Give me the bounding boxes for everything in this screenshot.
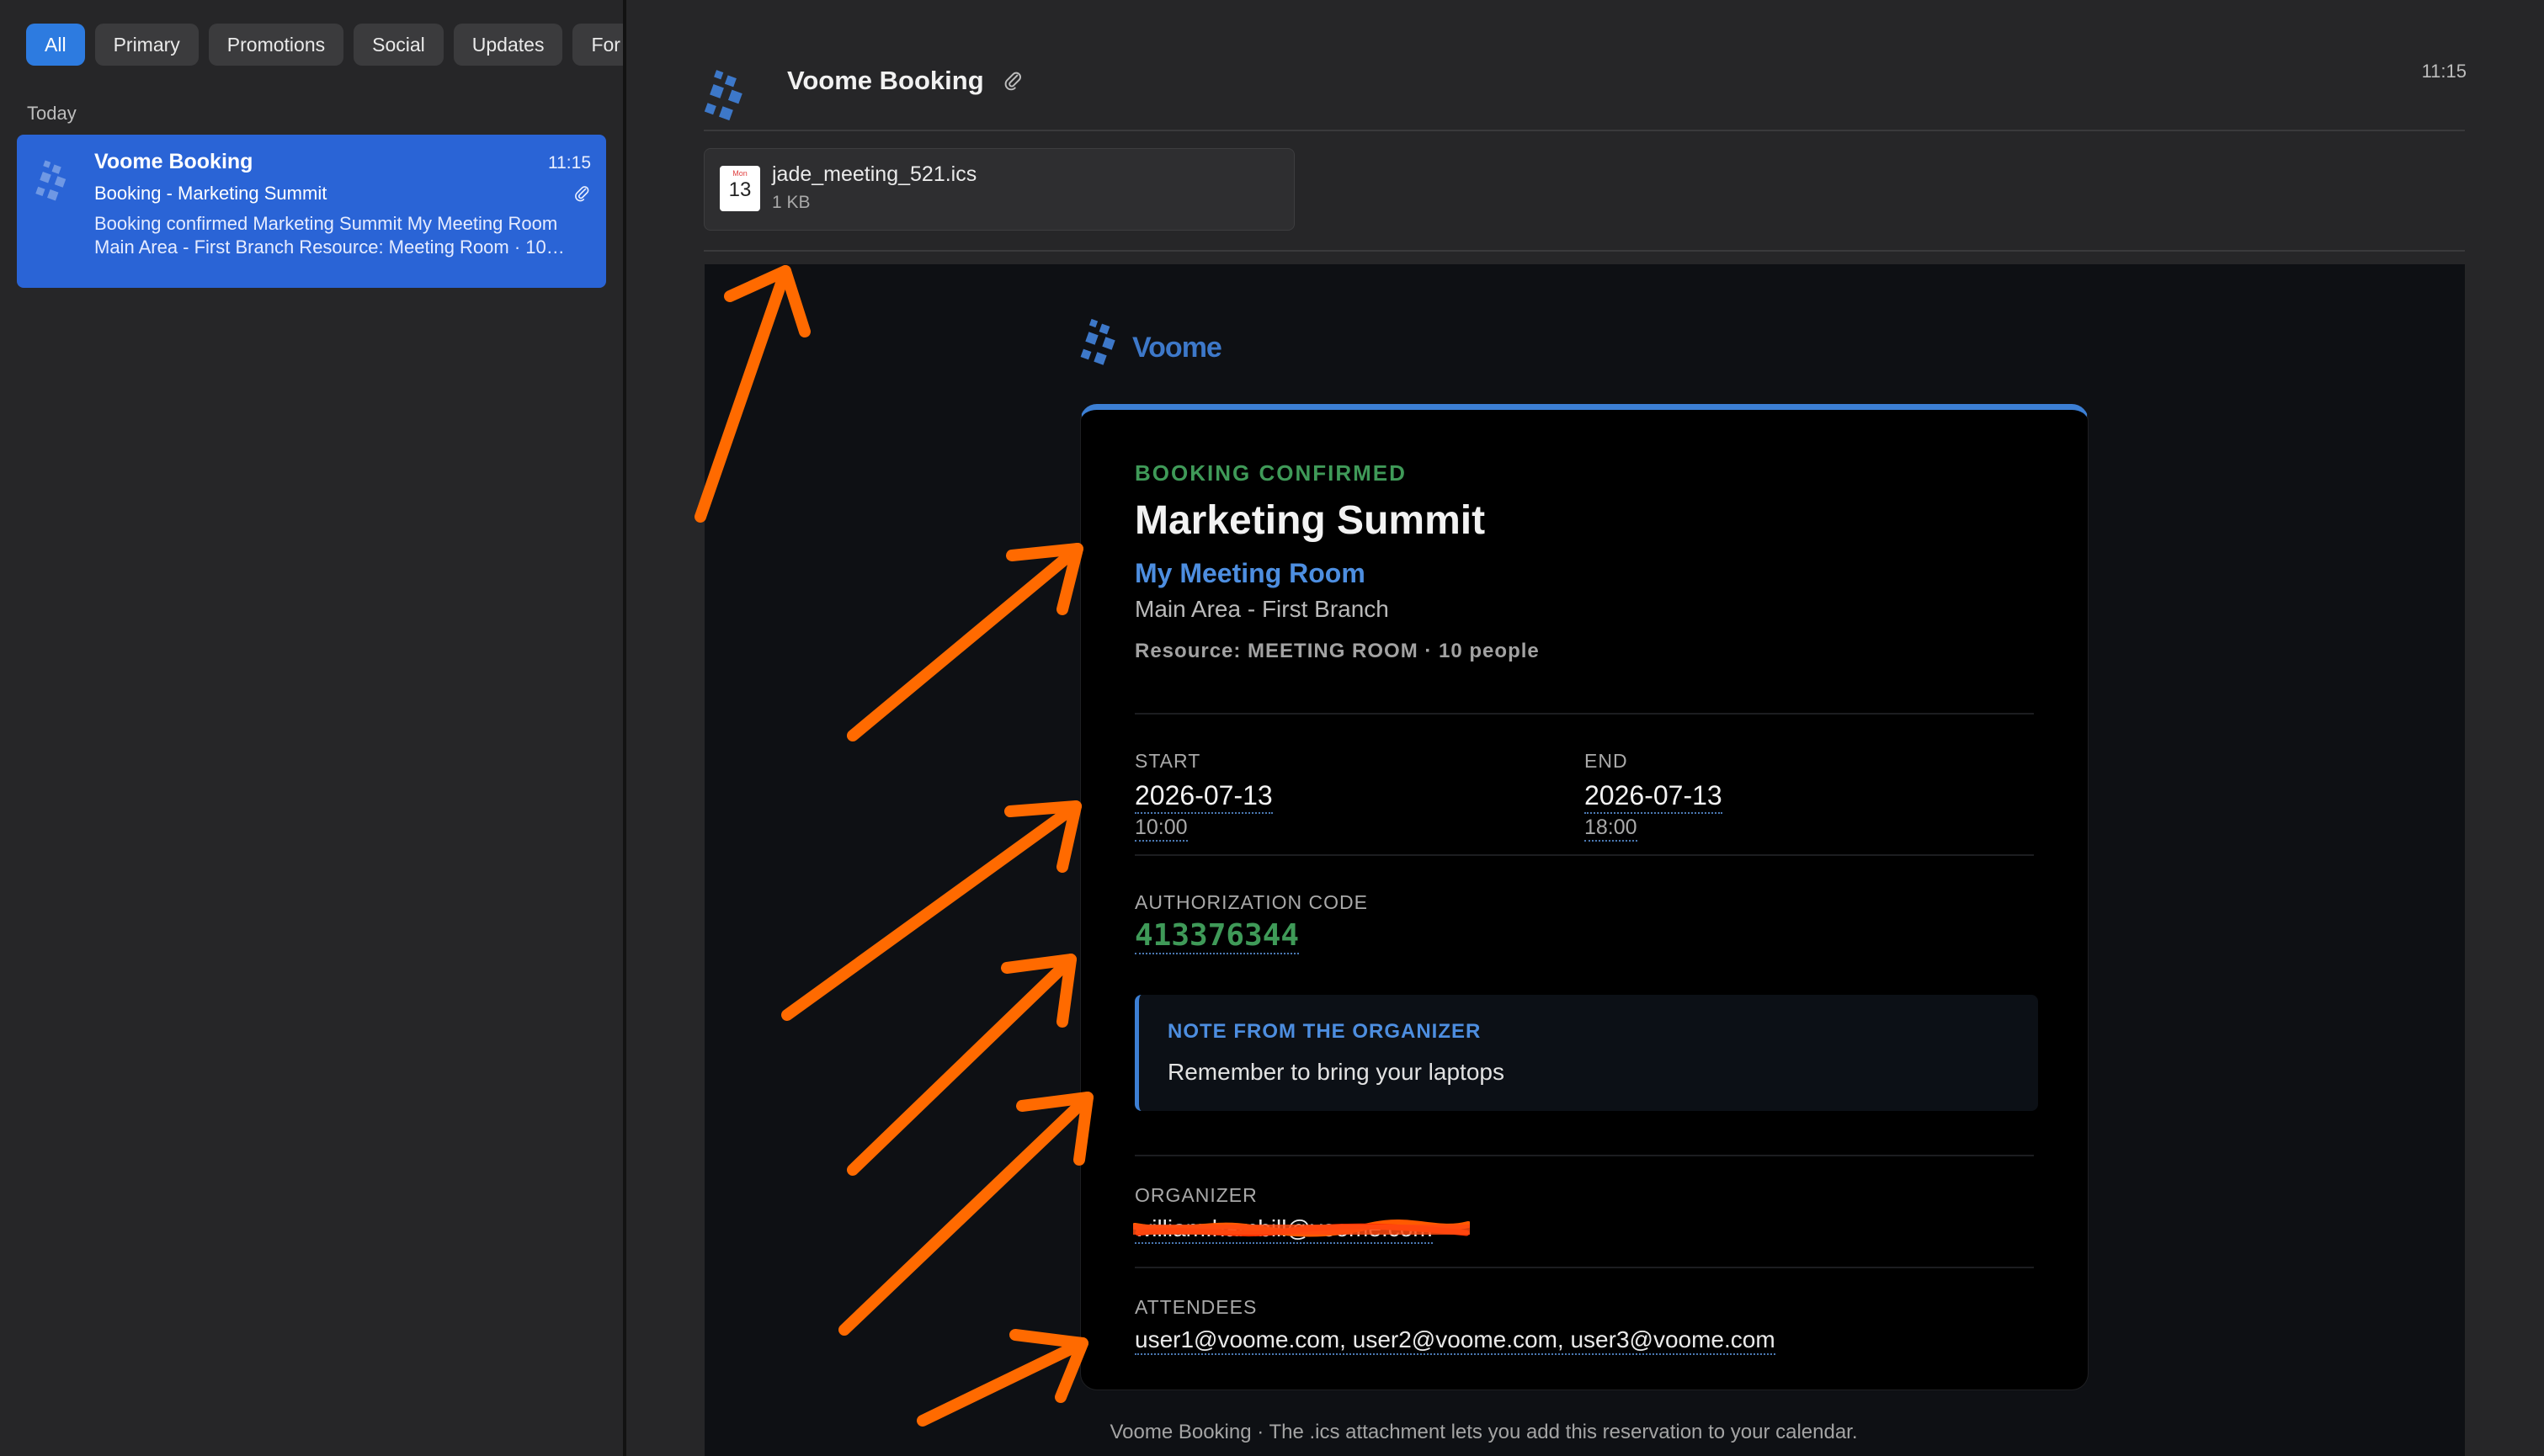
tab-promotions[interactable]: Promotions bbox=[208, 24, 344, 66]
location-text: Main Area - First Branch bbox=[1135, 596, 1389, 622]
divider bbox=[1135, 713, 2034, 715]
tab-forums[interactable]: For bbox=[572, 24, 623, 66]
voome-logo-icon bbox=[1080, 318, 1115, 365]
tab-updates[interactable]: Updates bbox=[453, 24, 563, 66]
note-text: Remember to bring your laptops bbox=[1168, 1059, 1504, 1085]
voome-logo-icon bbox=[704, 70, 742, 121]
booking-status: BOOKING CONFIRMED bbox=[1135, 460, 1407, 486]
mail-sender: Voome Booking bbox=[94, 150, 253, 173]
attachment-size: 1 KB bbox=[772, 193, 811, 212]
end-date[interactable]: 2026-07-13 bbox=[1584, 780, 1722, 814]
email-footer: Voome Booking · The .ics attachment lets… bbox=[1110, 1421, 1858, 1443]
end-time[interactable]: 18:00 bbox=[1584, 816, 1637, 842]
list-item[interactable]: Voome Booking 11:15 Booking - Marketing … bbox=[17, 135, 606, 288]
mail-subject: Booking - Marketing Summit bbox=[94, 183, 327, 204]
mail-preview: Booking confirmed Marketing Summit My Me… bbox=[94, 213, 565, 258]
divider bbox=[1135, 854, 2034, 856]
divider bbox=[1135, 1155, 2034, 1156]
end-label: END bbox=[1584, 750, 1628, 772]
attachment-divider bbox=[704, 250, 2465, 252]
message-reader: Voome Booking 11:15 Mon 13 jade_meeting_… bbox=[626, 0, 2544, 1456]
note-title: NOTE FROM THE ORGANIZER bbox=[1168, 1020, 1482, 1043]
date-group-label: Today bbox=[27, 103, 77, 124]
redaction-scribble bbox=[1133, 1220, 1470, 1237]
paperclip-icon bbox=[1004, 72, 1021, 91]
attachment-chip[interactable]: Mon 13 jade_meeting_521.ics 1 KB bbox=[704, 148, 1295, 231]
brand-wordmark: Voome bbox=[1132, 332, 1222, 364]
paperclip-icon bbox=[575, 186, 589, 202]
header-divider bbox=[704, 130, 2465, 131]
filter-tabs: All Primary Promotions Social Updates Fo… bbox=[26, 24, 623, 66]
booking-card: BOOKING CONFIRMED Marketing Summit My Me… bbox=[1080, 404, 2089, 1390]
reader-time: 11:15 bbox=[2421, 61, 2467, 82]
tab-primary[interactable]: Primary bbox=[94, 24, 199, 66]
reader-sender: Voome Booking bbox=[787, 66, 984, 95]
voome-logo-icon bbox=[35, 160, 67, 201]
auth-code-label: AUTHORIZATION CODE bbox=[1135, 891, 1368, 913]
tab-social[interactable]: Social bbox=[354, 24, 444, 66]
divider bbox=[1135, 1267, 2034, 1268]
attendees-list[interactable]: user1@voome.com, user2@voome.com, user3@… bbox=[1135, 1326, 1775, 1355]
event-title: Marketing Summit bbox=[1135, 498, 1486, 543]
resource-text: Resource: MEETING ROOM · 10 people bbox=[1135, 640, 1540, 662]
auth-code[interactable]: 413376344 bbox=[1135, 918, 1300, 954]
organizer-label: ORGANIZER bbox=[1135, 1184, 1258, 1206]
start-date[interactable]: 2026-07-13 bbox=[1135, 780, 1273, 814]
calendar-icon-day: 13 bbox=[728, 178, 752, 201]
message-list-sidebar: All Primary Promotions Social Updates Fo… bbox=[0, 0, 626, 1456]
tab-all[interactable]: All bbox=[26, 24, 85, 66]
brand-logo: Voome bbox=[1078, 316, 1230, 375]
start-time[interactable]: 10:00 bbox=[1135, 816, 1188, 842]
email-body: Voome BOOKING CONFIRMED Marketing Summit… bbox=[705, 264, 2465, 1456]
room-link[interactable]: My Meeting Room bbox=[1135, 558, 1365, 589]
attendees-label: ATTENDEES bbox=[1135, 1296, 1258, 1318]
calendar-icon-month: Mon bbox=[732, 169, 748, 178]
attachment-name: jade_meeting_521.ics bbox=[772, 162, 977, 186]
mail-time: 11:15 bbox=[548, 153, 591, 173]
start-label: START bbox=[1135, 750, 1201, 772]
organizer-note: NOTE FROM THE ORGANIZER Remember to brin… bbox=[1135, 995, 2038, 1111]
calendar-file-icon: Mon 13 bbox=[720, 166, 760, 211]
